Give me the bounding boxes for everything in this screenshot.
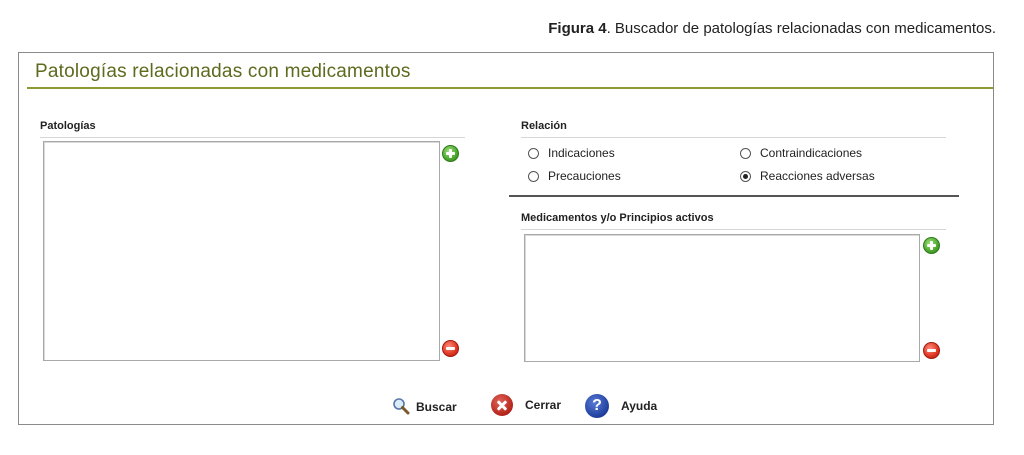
radio-indicaciones-circle[interactable] [528, 147, 539, 159]
add-medication-button[interactable] [923, 237, 940, 254]
radio-indicaciones-label: Indicaciones [548, 146, 615, 160]
search-button-label: Buscar [416, 400, 457, 414]
figure-caption: Figura 4. Buscador de patologías relacio… [548, 20, 996, 37]
remove-pathology-button[interactable] [442, 340, 459, 357]
figure-caption-label: Figura 4 [548, 20, 607, 37]
radio-precauciones-label: Precauciones [548, 169, 621, 183]
radio-reacciones-adversas-label: Reacciones adversas [760, 169, 875, 183]
medications-listbox[interactable] [524, 234, 920, 362]
plus-icon-bar [449, 149, 452, 158]
relation-bottom-divider [509, 195, 959, 197]
title-divider [27, 87, 993, 89]
help-button-label: Ayuda [621, 399, 658, 413]
help-button[interactable]: ? Ayuda [585, 394, 657, 418]
magnifier-icon [391, 397, 411, 417]
radio-contraindicaciones-circle[interactable] [740, 147, 751, 159]
radio-reacciones-adversas-circle[interactable] [740, 170, 751, 182]
panel-title: Patologías relacionadas con medicamentos [35, 61, 411, 82]
medications-label: Medicamentos y/o Principios activos [521, 212, 714, 224]
question-circle-icon: ? [585, 394, 609, 418]
radio-contraindicaciones[interactable]: Contraindicaciones [740, 146, 862, 160]
figure-caption-text: . Buscador de patologías relacionadas co… [606, 20, 996, 37]
radio-precauciones-circle[interactable] [528, 170, 539, 182]
pathologies-label: Patologías [40, 120, 96, 132]
remove-medication-button[interactable] [923, 342, 940, 359]
search-button[interactable]: Buscar [391, 397, 457, 417]
search-panel: Patologías relacionadas con medicamentos… [18, 52, 994, 425]
close-button[interactable]: Cerrar [491, 394, 561, 416]
minus-circle-icon [927, 349, 936, 352]
pathologies-divider [40, 137, 465, 138]
relation-label: Relación [521, 120, 567, 132]
radio-precauciones[interactable]: Precauciones [528, 169, 621, 183]
x-circle-icon [491, 394, 513, 416]
pathologies-listbox[interactable] [43, 141, 440, 361]
relation-divider [521, 137, 946, 138]
radio-contraindicaciones-label: Contraindicaciones [760, 146, 863, 160]
close-button-label: Cerrar [525, 398, 562, 412]
radio-indicaciones[interactable]: Indicaciones [528, 146, 615, 160]
plus-icon-bar [930, 241, 933, 250]
add-pathology-button[interactable] [442, 145, 459, 162]
radio-reacciones-adversas[interactable]: Reacciones adversas [740, 169, 875, 183]
medications-divider [521, 229, 946, 230]
minus-circle-icon [446, 347, 455, 350]
